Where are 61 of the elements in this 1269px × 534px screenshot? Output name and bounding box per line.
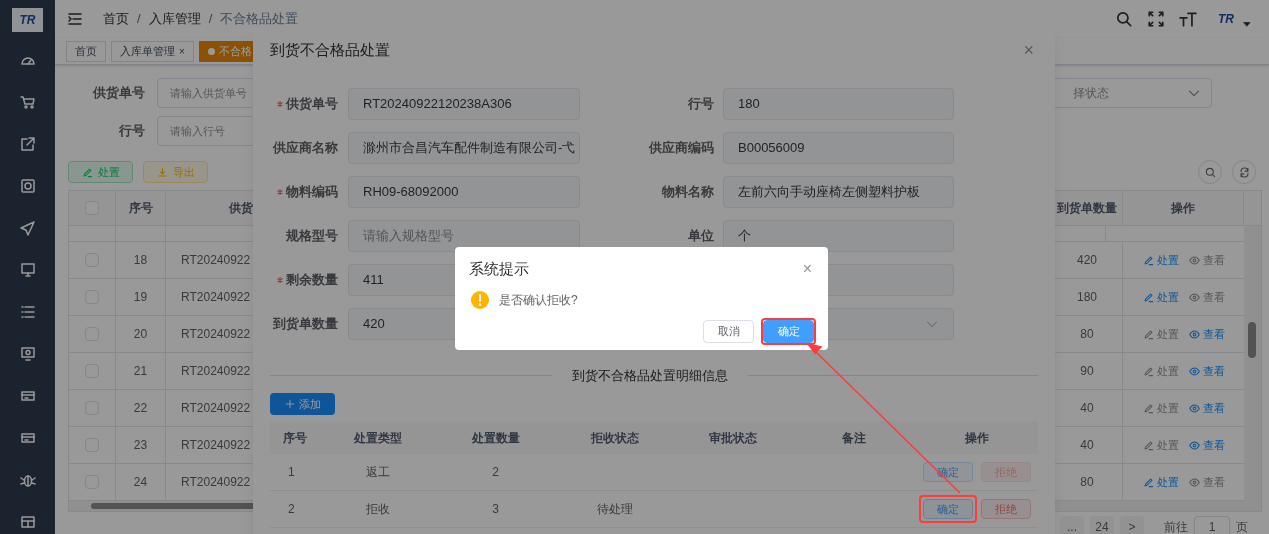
field-label: 供货单号 (286, 95, 338, 114)
table-cell-text: 返工 (366, 464, 390, 481)
column-header: 供货 (229, 200, 253, 217)
logo: TR (12, 8, 43, 32)
column-header: 审批状态 (709, 429, 757, 447)
field-label: 供货单号 (91, 84, 145, 103)
field-label: 行号 (118, 122, 145, 141)
field-label: 供应商编码 (649, 139, 714, 158)
field-label: 物料编码 (286, 183, 338, 202)
column-header: 操作 (1171, 200, 1195, 217)
goto-label: 前往 (1164, 519, 1188, 534)
table-cell-text: RT20240922 (181, 363, 251, 380)
table-cell-text: 420 (1077, 252, 1097, 269)
column-header: 操作 (964, 429, 989, 447)
column-header: 拒收状态 (590, 429, 639, 447)
table-cell-text: 20 (133, 326, 148, 343)
table-cell: 1 (288, 465, 295, 479)
table-cell-text: 80 (1080, 474, 1094, 491)
table-cell-text: 3 (492, 501, 499, 518)
table-cell-text: 22 (133, 400, 148, 417)
column-header: 备注 (841, 429, 866, 447)
table-cell-text: RT20240922 (181, 252, 251, 269)
table-cell-text: 40 (1080, 400, 1094, 417)
column-header: 处置数量 (471, 429, 520, 447)
table-cell-text: 24 (133, 474, 148, 491)
field-label: 单位 (688, 227, 714, 246)
message-box-title: 系统提示 (469, 258, 529, 279)
table-cell-text: 23 (133, 437, 148, 454)
field-label: 到货单数量 (273, 315, 338, 334)
table-cell-text: RT20240922 (181, 474, 251, 491)
table-cell-text: RT20240922 (181, 400, 251, 417)
table-cell-text: 21 (133, 363, 148, 380)
table-cell-text: RT20240922 (181, 326, 251, 343)
breadcrumb-separator: / (137, 10, 141, 29)
table-cell-text: 80 (1080, 326, 1094, 343)
table-cell-text: 2 (492, 464, 499, 481)
column-header: 处置类型 (354, 429, 402, 447)
table-cell-text: 拒收 (366, 501, 390, 518)
field-label: 行号 (688, 95, 714, 114)
section-title: 到货不合格品处置明细信息 (571, 366, 729, 385)
table-cell-text: 待处理 (596, 501, 633, 518)
table-cell-text: RT20240922 (181, 437, 251, 454)
column-header: 到货单数量 (1057, 200, 1117, 217)
column-header: 序号 (128, 200, 153, 217)
field-label: 供应商名称 (273, 139, 338, 158)
dialog-title: 到货不合格品处置 (270, 39, 390, 60)
table-cell-text: RT20240922 (181, 289, 251, 306)
column-header: 序号 (283, 429, 307, 447)
field-label: 物料名称 (662, 183, 714, 202)
table-cell-text: 180 (1077, 289, 1097, 306)
breadcrumb-separator: / (208, 10, 213, 29)
table-cell-text: 90 (1080, 363, 1094, 380)
table-cell-text: 40 (1080, 437, 1094, 454)
table-cell: 2 (288, 502, 295, 516)
field-label: 规格型号 (286, 227, 338, 246)
breadcrumb-current: 不合格品处置 (220, 10, 299, 29)
page-unit: 页 (1236, 519, 1248, 534)
field-label: 剩余数量 (286, 271, 338, 290)
message-text: 是否确认拒收? (499, 292, 578, 309)
table-cell-text: 18 (133, 252, 148, 269)
table-cell-text: 19 (133, 289, 148, 306)
